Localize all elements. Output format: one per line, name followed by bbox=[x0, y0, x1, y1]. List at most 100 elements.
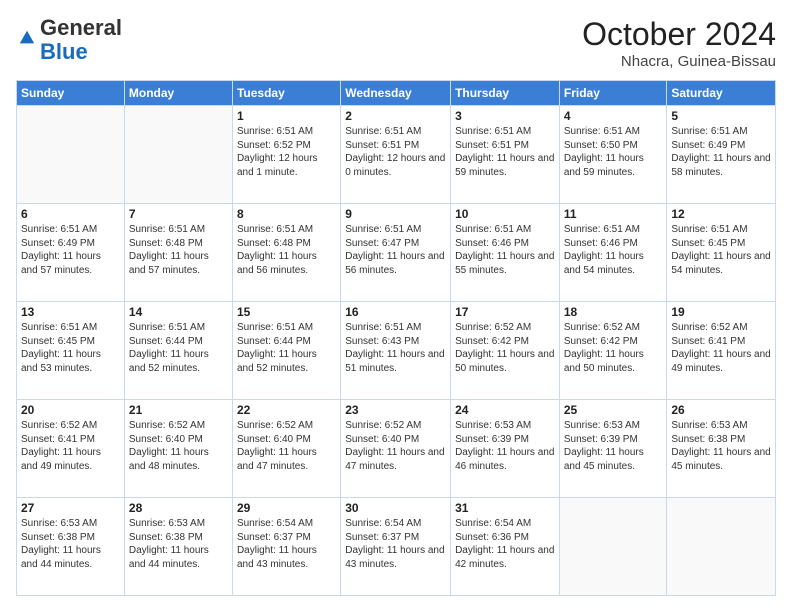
day-info: Sunrise: 6:51 AM Sunset: 6:48 PM Dayligh… bbox=[129, 223, 228, 277]
calendar-cell bbox=[124, 106, 232, 204]
month-title: October 2024 bbox=[582, 16, 776, 53]
calendar-cell: 31Sunrise: 6:54 AM Sunset: 6:36 PM Dayli… bbox=[451, 498, 560, 596]
calendar-cell: 28Sunrise: 6:53 AM Sunset: 6:38 PM Dayli… bbox=[124, 498, 232, 596]
header: General Blue October 2024 Nhacra, Guinea… bbox=[16, 16, 776, 70]
calendar-header-wednesday: Wednesday bbox=[341, 81, 451, 106]
day-info: Sunrise: 6:51 AM Sunset: 6:43 PM Dayligh… bbox=[345, 321, 446, 375]
day-info: Sunrise: 6:53 AM Sunset: 6:39 PM Dayligh… bbox=[564, 419, 663, 473]
calendar-cell: 30 Sunrise: 6:54 AM Sunset: 6:37 PM Dayli… bbox=[341, 498, 451, 596]
day-info: Sunrise: 6:52 AM Sunset: 6:41 PM Dayligh… bbox=[671, 321, 771, 375]
calendar-cell: 4Sunrise: 6:51 AM Sunset: 6:50 PM Daylig… bbox=[559, 106, 667, 204]
day-number: 4 bbox=[564, 109, 663, 123]
logo-icon bbox=[18, 29, 36, 47]
calendar-header-sunday: Sunday bbox=[17, 81, 125, 106]
day-info: Sunrise: 6:52 AM Sunset: 6:40 PM Dayligh… bbox=[237, 419, 336, 473]
calendar-cell: 26 Sunrise: 6:53 AM Sunset: 6:38 PM Dayli… bbox=[667, 400, 776, 498]
calendar-cell: 5Sunrise: 6:51 AM Sunset: 6:49 PM Daylig… bbox=[667, 106, 776, 204]
day-number: 14 bbox=[129, 305, 228, 319]
calendar-cell: 7 Sunrise: 6:51 AM Sunset: 6:48 PM Daylig… bbox=[124, 204, 232, 302]
day-number: 29 bbox=[237, 501, 336, 515]
day-info: Sunrise: 6:51 AM Sunset: 6:45 PM Dayligh… bbox=[21, 321, 120, 375]
day-info: Sunrise: 6:52 AM Sunset: 6:42 PM Dayligh… bbox=[455, 321, 555, 375]
day-number: 15 bbox=[237, 305, 336, 319]
calendar-cell: 3 Sunrise: 6:51 AM Sunset: 6:51 PM Daylig… bbox=[451, 106, 560, 204]
day-number: 16 bbox=[345, 305, 446, 319]
day-number: 3 bbox=[455, 109, 555, 123]
day-number: 7 bbox=[129, 207, 228, 221]
calendar-cell: 17 Sunrise: 6:52 AM Sunset: 6:42 PM Dayli… bbox=[451, 302, 560, 400]
page: General Blue October 2024 Nhacra, Guinea… bbox=[0, 0, 792, 612]
day-number: 12 bbox=[671, 207, 771, 221]
day-number: 11 bbox=[564, 207, 663, 221]
day-info: Sunrise: 6:52 AM Sunset: 6:41 PM Dayligh… bbox=[21, 419, 120, 473]
calendar-header-friday: Friday bbox=[559, 81, 667, 106]
day-number: 21 bbox=[129, 403, 228, 417]
calendar-week-row: 1Sunrise: 6:51 AM Sunset: 6:52 PM Daylig… bbox=[17, 106, 776, 204]
calendar-cell: 16 Sunrise: 6:51 AM Sunset: 6:43 PM Dayli… bbox=[341, 302, 451, 400]
day-info: Sunrise: 6:54 AM Sunset: 6:37 PM Dayligh… bbox=[237, 517, 336, 571]
calendar-week-row: 27 Sunrise: 6:53 AM Sunset: 6:38 PM Dayli… bbox=[17, 498, 776, 596]
location-title: Nhacra, Guinea-Bissau bbox=[582, 53, 776, 70]
calendar-cell: 1Sunrise: 6:51 AM Sunset: 6:52 PM Daylig… bbox=[232, 106, 340, 204]
day-info: Sunrise: 6:53 AM Sunset: 6:38 PM Dayligh… bbox=[21, 517, 120, 571]
calendar-cell: 20Sunrise: 6:52 AM Sunset: 6:41 PM Dayli… bbox=[17, 400, 125, 498]
calendar-week-row: 20Sunrise: 6:52 AM Sunset: 6:41 PM Dayli… bbox=[17, 400, 776, 498]
day-info: Sunrise: 6:53 AM Sunset: 6:38 PM Dayligh… bbox=[671, 419, 771, 473]
calendar-cell bbox=[667, 498, 776, 596]
calendar-cell: 14 Sunrise: 6:51 AM Sunset: 6:44 PM Dayli… bbox=[124, 302, 232, 400]
calendar-cell: 24 Sunrise: 6:53 AM Sunset: 6:39 PM Dayli… bbox=[451, 400, 560, 498]
calendar-cell: 12Sunrise: 6:51 AM Sunset: 6:45 PM Dayli… bbox=[667, 204, 776, 302]
day-number: 1 bbox=[237, 109, 336, 123]
day-info: Sunrise: 6:51 AM Sunset: 6:49 PM Dayligh… bbox=[671, 125, 771, 179]
calendar-cell: 11 Sunrise: 6:51 AM Sunset: 6:46 PM Dayli… bbox=[559, 204, 667, 302]
day-number: 13 bbox=[21, 305, 120, 319]
day-number: 19 bbox=[671, 305, 771, 319]
day-number: 30 bbox=[345, 501, 446, 515]
day-info: Sunrise: 6:51 AM Sunset: 6:51 PM Dayligh… bbox=[455, 125, 555, 179]
calendar-cell: 29 Sunrise: 6:54 AM Sunset: 6:37 PM Dayli… bbox=[232, 498, 340, 596]
calendar-cell: 27 Sunrise: 6:53 AM Sunset: 6:38 PM Dayli… bbox=[17, 498, 125, 596]
day-info: Sunrise: 6:51 AM Sunset: 6:49 PM Dayligh… bbox=[21, 223, 120, 277]
day-number: 9 bbox=[345, 207, 446, 221]
day-info: Sunrise: 6:54 AM Sunset: 6:37 PM Dayligh… bbox=[345, 517, 446, 571]
calendar-week-row: 6 Sunrise: 6:51 AM Sunset: 6:49 PM Daylig… bbox=[17, 204, 776, 302]
day-number: 2 bbox=[345, 109, 446, 123]
day-number: 6 bbox=[21, 207, 120, 221]
calendar-cell: 19 Sunrise: 6:52 AM Sunset: 6:41 PM Dayli… bbox=[667, 302, 776, 400]
day-info: Sunrise: 6:51 AM Sunset: 6:51 PM Dayligh… bbox=[345, 125, 446, 179]
day-number: 18 bbox=[564, 305, 663, 319]
calendar-cell: 15 Sunrise: 6:51 AM Sunset: 6:44 PM Dayli… bbox=[232, 302, 340, 400]
day-number: 26 bbox=[671, 403, 771, 417]
day-info: Sunrise: 6:54 AM Sunset: 6:36 PM Dayligh… bbox=[455, 517, 555, 571]
calendar-table: SundayMondayTuesdayWednesdayThursdayFrid… bbox=[16, 80, 776, 596]
calendar-cell: 25Sunrise: 6:53 AM Sunset: 6:39 PM Dayli… bbox=[559, 400, 667, 498]
calendar-cell: 23 Sunrise: 6:52 AM Sunset: 6:40 PM Dayli… bbox=[341, 400, 451, 498]
day-number: 8 bbox=[237, 207, 336, 221]
calendar-header-thursday: Thursday bbox=[451, 81, 560, 106]
day-number: 23 bbox=[345, 403, 446, 417]
day-number: 22 bbox=[237, 403, 336, 417]
day-info: Sunrise: 6:52 AM Sunset: 6:40 PM Dayligh… bbox=[345, 419, 446, 473]
day-number: 27 bbox=[21, 501, 120, 515]
day-info: Sunrise: 6:51 AM Sunset: 6:44 PM Dayligh… bbox=[237, 321, 336, 375]
logo-general: General bbox=[40, 15, 122, 40]
title-section: October 2024 Nhacra, Guinea-Bissau bbox=[582, 16, 776, 70]
day-info: Sunrise: 6:53 AM Sunset: 6:38 PM Dayligh… bbox=[129, 517, 228, 571]
day-number: 17 bbox=[455, 305, 555, 319]
calendar-cell: 6 Sunrise: 6:51 AM Sunset: 6:49 PM Daylig… bbox=[17, 204, 125, 302]
calendar-week-row: 13 Sunrise: 6:51 AM Sunset: 6:45 PM Dayli… bbox=[17, 302, 776, 400]
calendar-header-tuesday: Tuesday bbox=[232, 81, 340, 106]
day-info: Sunrise: 6:53 AM Sunset: 6:39 PM Dayligh… bbox=[455, 419, 555, 473]
day-info: Sunrise: 6:51 AM Sunset: 6:47 PM Dayligh… bbox=[345, 223, 446, 277]
calendar-header-row: SundayMondayTuesdayWednesdayThursdayFrid… bbox=[17, 81, 776, 106]
day-info: Sunrise: 6:51 AM Sunset: 6:44 PM Dayligh… bbox=[129, 321, 228, 375]
day-number: 24 bbox=[455, 403, 555, 417]
day-info: Sunrise: 6:51 AM Sunset: 6:46 PM Dayligh… bbox=[564, 223, 663, 277]
calendar-cell: 13 Sunrise: 6:51 AM Sunset: 6:45 PM Dayli… bbox=[17, 302, 125, 400]
logo: General Blue bbox=[16, 16, 122, 64]
logo-blue: Blue bbox=[40, 39, 88, 64]
calendar-cell: 8Sunrise: 6:51 AM Sunset: 6:48 PM Daylig… bbox=[232, 204, 340, 302]
day-number: 10 bbox=[455, 207, 555, 221]
logo-text: General Blue bbox=[40, 16, 122, 64]
calendar-cell bbox=[559, 498, 667, 596]
